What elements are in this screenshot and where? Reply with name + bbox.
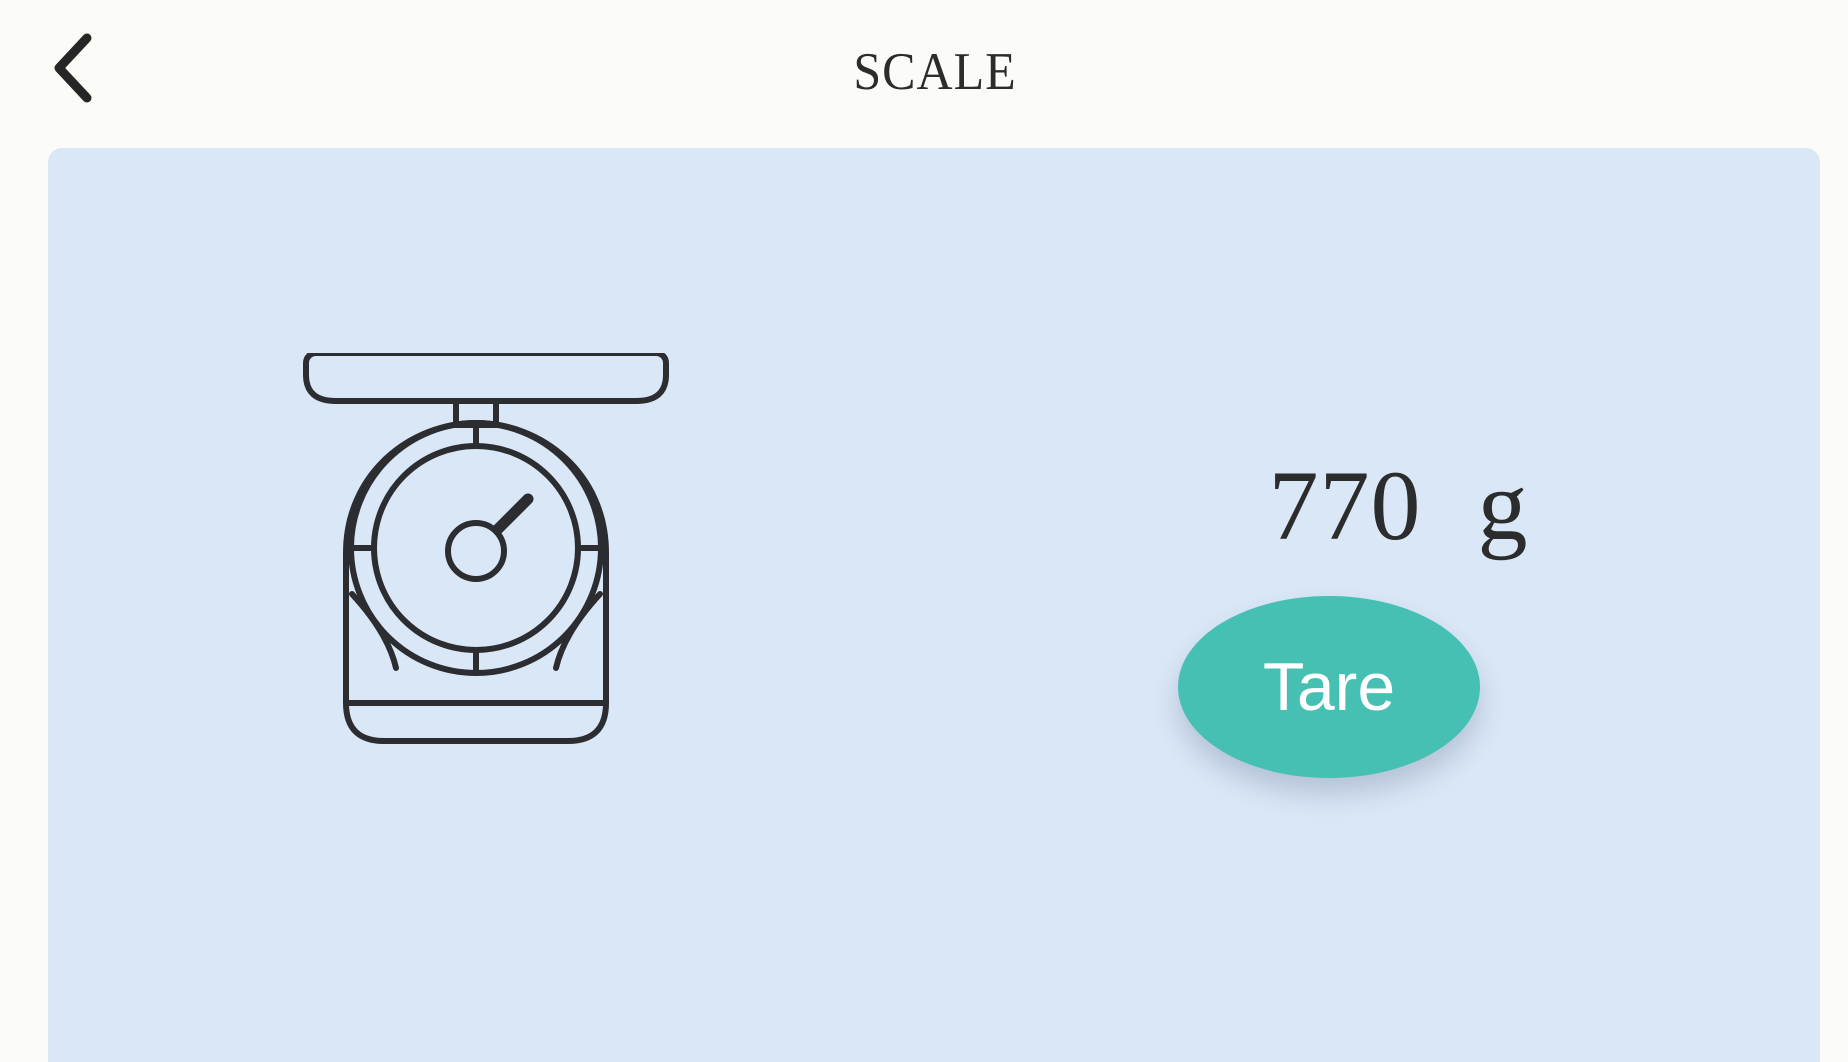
weight-unit: g [1477,450,1528,561]
kitchen-scale-icon [296,350,696,853]
tare-button[interactable]: Tare [1178,596,1480,778]
weight-value: 770 [1268,450,1422,561]
weight-display: 770 g [1218,448,1578,578]
header: SCALE [0,0,1848,150]
scale-screen: SCALE 770 g Tare [0,0,1848,1062]
page-title: SCALE [853,41,1017,101]
scale-card: 770 g Tare [48,148,1820,1062]
